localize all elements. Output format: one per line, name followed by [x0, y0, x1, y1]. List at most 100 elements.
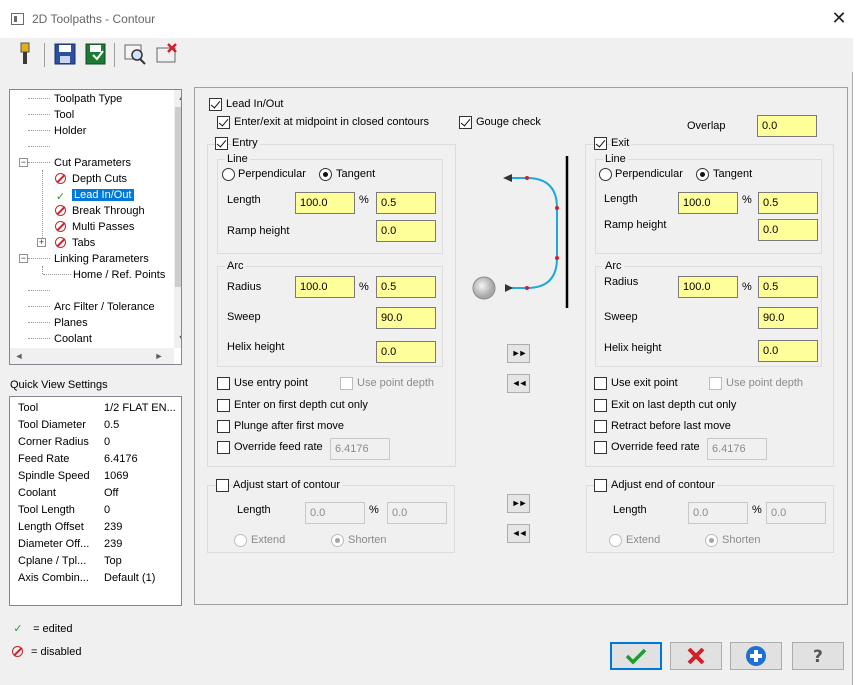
tree-item-label: Holder	[54, 125, 86, 137]
entry-radius-percent-input[interactable]: 100.0	[295, 276, 355, 298]
tree-item-planes[interactable]: Planes	[54, 316, 88, 332]
scroll-up-icon[interactable]: ▲	[175, 92, 182, 102]
entry-helix-input[interactable]: 0.0	[376, 341, 436, 363]
entry-helix-label: Helix height	[227, 341, 284, 354]
entry-perpendicular-radio[interactable]	[222, 168, 235, 181]
tree-horizontal-scrollbar[interactable]: ◄ ►	[10, 348, 174, 365]
copy-exit-to-entry-button[interactable]: ◄◄	[507, 374, 530, 393]
adjust-end-abs-input[interactable]: 0.0	[766, 502, 826, 524]
copy-end-to-start-button[interactable]: ◄◄	[507, 524, 530, 543]
tree-item-tool[interactable]: Tool	[54, 108, 74, 124]
entry-checkbox[interactable]	[215, 137, 228, 150]
tree-item-label: Multi Passes	[72, 221, 134, 233]
scroll-down-icon[interactable]: ▼	[175, 333, 182, 343]
tree-item-label: Lead In/Out	[72, 189, 134, 201]
scroll-right-icon[interactable]: ►	[152, 351, 166, 361]
last-depth-checkbox[interactable]	[594, 399, 607, 412]
plunge-checkbox[interactable]	[217, 420, 230, 433]
exit-override-feed-input[interactable]: 6.4176	[707, 438, 767, 460]
entry-use-point-depth-checkbox[interactable]	[340, 377, 353, 390]
save-button[interactable]	[52, 41, 78, 67]
entry-sweep-input[interactable]: 90.0	[376, 307, 436, 329]
exit-tangent-radio[interactable]	[696, 168, 709, 181]
adjust-start-extend-radio[interactable]	[234, 534, 247, 547]
tree-item-depth-cuts[interactable]: Depth Cuts	[55, 172, 127, 188]
retract-checkbox[interactable]	[594, 420, 607, 433]
adjust-start-length-input[interactable]: 0.0	[305, 502, 365, 524]
copy-entry-to-exit-button[interactable]: ►►	[507, 344, 530, 363]
view-parameters-button[interactable]	[122, 41, 148, 67]
parameter-tree[interactable]: − + − Toolpath Type Tool Holder Cut Para…	[9, 89, 182, 365]
gouge-check-checkbox[interactable]	[459, 116, 472, 129]
tree-item-coolant[interactable]: Coolant	[54, 332, 92, 348]
legend-edited-label: = edited	[33, 623, 72, 635]
entry-tangent-radio[interactable]	[319, 168, 332, 181]
adjust-start-shorten-radio[interactable]	[331, 534, 344, 547]
exit-length-abs-input[interactable]: 0.5	[758, 192, 818, 214]
use-entry-point-checkbox[interactable]	[217, 377, 230, 390]
exit-override-feed-checkbox[interactable]	[594, 441, 607, 454]
cancel-button[interactable]	[670, 642, 722, 670]
adjust-start-shorten-label: Shorten	[348, 534, 387, 547]
entry-radius-abs-input[interactable]: 0.5	[376, 276, 436, 298]
tree-item-cut-parameters[interactable]: Cut Parameters	[54, 156, 131, 172]
lead-in-out-checkbox[interactable]	[209, 98, 222, 111]
entry-override-feed-input[interactable]: 6.4176	[330, 438, 390, 460]
entry-ramp-input[interactable]: 0.0	[376, 220, 436, 242]
exit-use-point-depth-checkbox[interactable]	[709, 377, 722, 390]
save-as-button[interactable]	[82, 41, 108, 67]
overlap-input[interactable]: 0.0	[757, 115, 817, 137]
adjust-start-checkbox[interactable]	[216, 479, 229, 492]
qv-value: 0.5	[104, 417, 184, 434]
tree-item-home-ref-points[interactable]: Home / Ref. Points	[73, 268, 165, 284]
tree-collapse-cut-parameters[interactable]: −	[19, 158, 28, 167]
tree-item-lead-in-out[interactable]: ✓Lead In/Out	[55, 188, 134, 204]
exit-helix-input[interactable]: 0.0	[758, 340, 818, 362]
exit-perpendicular-radio[interactable]	[599, 168, 612, 181]
tree-expand-tabs[interactable]: +	[37, 238, 46, 247]
scroll-left-icon[interactable]: ◄	[12, 351, 26, 361]
tree-connector	[28, 258, 50, 259]
adjust-end-shorten-radio[interactable]	[705, 534, 718, 547]
retract-label: Retract before last move	[611, 420, 731, 433]
exit-length-percent-input[interactable]: 100.0	[678, 192, 738, 214]
exit-ramp-label: Ramp height	[604, 219, 666, 232]
adjust-end-extend-radio[interactable]	[609, 534, 622, 547]
tree-item-toolpath-type[interactable]: Toolpath Type	[54, 92, 122, 108]
midpoint-checkbox[interactable]	[217, 116, 230, 129]
entry-length-abs-input[interactable]: 0.5	[376, 192, 436, 214]
first-depth-checkbox[interactable]	[217, 399, 230, 412]
help-button[interactable]: ?	[792, 642, 844, 670]
exit-ramp-input[interactable]: 0.0	[758, 219, 818, 241]
close-button[interactable]: ✕	[828, 8, 850, 30]
tree-item-label: Tabs	[72, 237, 95, 249]
exit-checkbox[interactable]	[594, 137, 607, 150]
exit-sweep-input[interactable]: 90.0	[758, 307, 818, 329]
tree-vertical-scrollbar[interactable]: ▲ ▼	[174, 90, 182, 348]
exit-radius-percent-input[interactable]: 100.0	[678, 276, 738, 298]
adjust-end-length-input[interactable]: 0.0	[688, 502, 748, 524]
ok-button[interactable]	[610, 642, 662, 670]
tree-item-tabs[interactable]: Tabs	[55, 236, 95, 252]
tool-icon-button[interactable]	[12, 41, 38, 67]
exit-radius-abs-input[interactable]: 0.5	[758, 276, 818, 298]
apply-button[interactable]	[730, 642, 782, 670]
copy-start-to-end-button[interactable]: ►►	[507, 494, 530, 513]
tree-collapse-linking[interactable]: −	[19, 254, 28, 263]
scrollbar-thumb[interactable]	[175, 107, 182, 287]
tree-item-linking-parameters[interactable]: Linking Parameters	[54, 252, 149, 268]
percent-label: %	[752, 504, 762, 517]
entry-length-percent-input[interactable]: 100.0	[295, 192, 355, 214]
use-exit-point-checkbox[interactable]	[594, 377, 607, 390]
reset-button[interactable]	[154, 41, 180, 67]
tree-item-break-through[interactable]: Break Through	[55, 204, 145, 220]
adjust-start-abs-input[interactable]: 0.0	[387, 502, 447, 524]
disabled-icon	[12, 646, 23, 657]
tree-item-holder[interactable]: Holder	[54, 124, 86, 140]
adjust-end-checkbox[interactable]	[594, 479, 607, 492]
tree-item-multi-passes[interactable]: Multi Passes	[55, 220, 134, 236]
legend-disabled: = disabled	[12, 646, 81, 658]
qv-key: Coolant	[18, 485, 98, 502]
entry-override-feed-checkbox[interactable]	[217, 441, 230, 454]
tree-item-arc-filter[interactable]: Arc Filter / Tolerance	[54, 300, 155, 316]
